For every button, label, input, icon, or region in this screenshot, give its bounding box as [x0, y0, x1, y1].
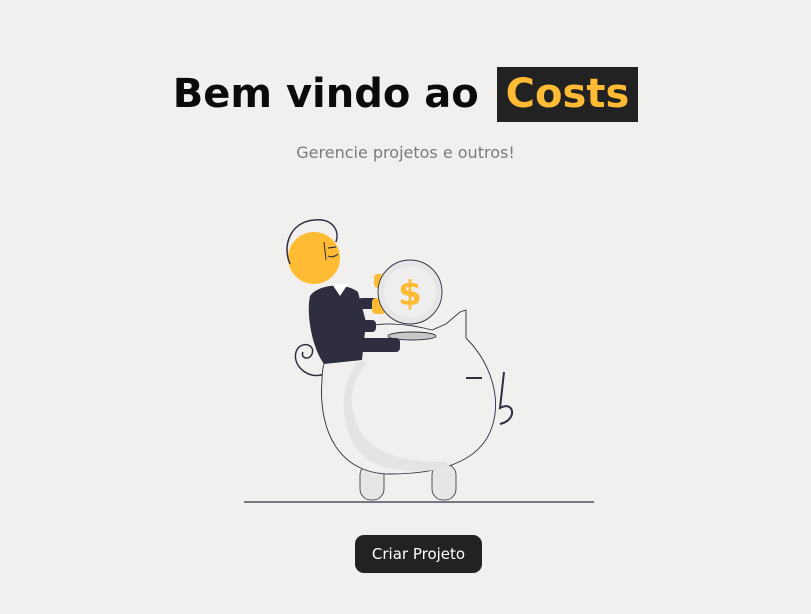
brand-name: Costs — [496, 67, 639, 122]
man-leg — [344, 338, 400, 352]
page-subtitle: Gerencie projetos e outros! — [296, 143, 515, 162]
piggy-bank-illustration: $ — [244, 219, 594, 503]
title-prefix: Bem vindo ao — [172, 71, 479, 117]
page-title: Bem vindo ao Costs — [0, 66, 811, 122]
home-page: Bem vindo ao Costs Gerencie projetos e o… — [0, 0, 811, 614]
man-torso — [308, 285, 366, 364]
pig-snout — [498, 371, 513, 425]
man-head — [288, 232, 340, 284]
create-project-button[interactable]: Criar Projeto — [355, 535, 482, 573]
dollar-icon: $ — [398, 274, 422, 314]
